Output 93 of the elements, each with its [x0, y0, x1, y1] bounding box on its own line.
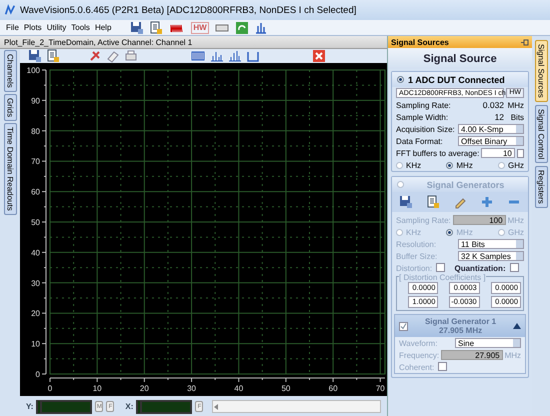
- menu-item[interactable]: Tools: [71, 23, 90, 32]
- x-readout-label: X:: [125, 402, 134, 411]
- printer-icon[interactable]: [124, 49, 138, 63]
- section-title: Signal Generators: [426, 180, 506, 190]
- side-tab[interactable]: Grids: [4, 94, 16, 121]
- field-label: Quantization:: [454, 264, 506, 272]
- plot-title: Plot_File_2_TimeDomain, Active Channel: Channel 1: [4, 38, 192, 46]
- field-label: Sampling Rate:: [396, 100, 452, 110]
- export-icon[interactable]: [46, 49, 60, 63]
- axis-tick-label: 60: [31, 188, 40, 197]
- scroll-left-icon[interactable]: [213, 404, 220, 410]
- side-tab[interactable]: Signal Control: [534, 104, 548, 164]
- collapse-icon[interactable]: [513, 323, 522, 329]
- field-label: Buffer Size:: [396, 252, 438, 260]
- axis-tick-label: 10: [92, 384, 102, 393]
- radio-label: MHz: [456, 160, 473, 170]
- field-label: Frequency:: [399, 350, 440, 360]
- save-icon[interactable]: [28, 49, 42, 63]
- axis-tick-label: 10: [31, 340, 40, 349]
- field-label: Waveform:: [399, 338, 438, 348]
- radio-label: KHz: [406, 228, 422, 236]
- panel-title: Signal Sources: [391, 38, 449, 46]
- axis-tick-label: 80: [31, 126, 40, 136]
- axis-tick-label: 70: [31, 157, 40, 166]
- app-logo-icon: [4, 4, 16, 16]
- input-field[interactable]: 10: [481, 148, 515, 158]
- x-readout: [136, 400, 192, 414]
- axis-tick-label: 100: [26, 66, 40, 75]
- axis-tick-label: 0: [48, 384, 52, 393]
- refresh-icon[interactable]: [234, 20, 249, 34]
- field-label: Coherent:: [399, 362, 434, 372]
- spectrum-icon[interactable]: [228, 49, 242, 63]
- panel-heading: Signal Source: [423, 52, 497, 64]
- radio-label: GHz: [508, 228, 524, 236]
- radio-button[interactable]: [498, 162, 506, 168]
- axis-tick-label: 30: [31, 278, 40, 288]
- menu-item[interactable]: File: [6, 23, 19, 32]
- dropdown[interactable]: Offset Binary: [458, 136, 524, 146]
- field-value: 0.032: [482, 100, 504, 110]
- export-icon[interactable]: [149, 20, 164, 34]
- spectrum-icon[interactable]: [254, 20, 268, 34]
- menu-item[interactable]: Help: [94, 23, 112, 32]
- field-label: Distortion:: [396, 264, 432, 272]
- scrollbar[interactable]: [212, 400, 381, 413]
- field-label: Data Format:: [396, 136, 444, 146]
- checkbox[interactable]: [516, 148, 524, 158]
- time-domain-line-plot[interactable]: 0 10 20 30 40 50 60 70 80 90 100 0 10 20 30 40 50 60 70: [20, 63, 387, 396]
- unit-label: MHz: [506, 100, 524, 110]
- radio-label: MHz: [456, 228, 473, 236]
- y-readout-label: Y:: [26, 402, 34, 411]
- side-tab[interactable]: Channels: [4, 50, 16, 92]
- save-icon[interactable]: [130, 20, 144, 34]
- menu-item[interactable]: Utility: [46, 23, 66, 32]
- axis-tick-label: 40: [31, 248, 40, 258]
- field-label: Sample Width:: [396, 112, 450, 122]
- generator-title: Signal Generator 1 27.905 MHz: [424, 317, 498, 335]
- y-readout: [36, 400, 92, 414]
- field-label: Sampling Rate:: [396, 216, 451, 224]
- side-tab[interactable]: Registers: [534, 166, 548, 208]
- axis-tick-label: 0: [36, 370, 40, 379]
- spectrum-icon[interactable]: [210, 49, 224, 63]
- axis-tick-label: 50: [281, 384, 290, 393]
- close-icon[interactable]: [312, 49, 326, 63]
- axis-tick-label: 60: [328, 384, 338, 393]
- field-label: Resolution:: [396, 240, 438, 248]
- section-title: 1 ADC DUT Connected: [408, 74, 505, 84]
- side-tab[interactable]: Time Domain Readouts: [4, 122, 16, 215]
- radio-button[interactable]: [446, 162, 454, 168]
- unit-label: MHz: [508, 216, 524, 224]
- hw-tool[interactable]: HW: [191, 22, 209, 34]
- side-tab[interactable]: Signal Sources: [534, 40, 548, 102]
- axis-tick-label: 20: [140, 384, 149, 393]
- radio-label: KHz: [406, 160, 422, 170]
- axis-tick-label: 50: [31, 218, 40, 227]
- field-label: FFT buffers to average:: [396, 148, 480, 158]
- radio-button[interactable]: [396, 162, 404, 168]
- radio-label: GHz: [508, 160, 524, 170]
- unit-label: MHz: [504, 350, 522, 360]
- field-value: 12: [494, 112, 504, 122]
- unit-label: Bits: [510, 112, 524, 122]
- axis-tick-label: 40: [234, 384, 244, 393]
- grid-icon[interactable]: [190, 49, 206, 63]
- axis-tick-label: 30: [187, 384, 196, 393]
- menu-item[interactable]: Plots: [24, 23, 42, 32]
- axis-tick-label: 90: [31, 96, 40, 106]
- bracket-icon[interactable]: [246, 49, 260, 63]
- field-label: Acquisition Size:: [396, 124, 456, 134]
- radio-button[interactable]: [397, 76, 404, 83]
- dropdown[interactable]: 4.00 K-Smp: [458, 124, 524, 134]
- axis-tick-label: 70: [376, 384, 385, 393]
- window-title: WaveVision5.0.6.465 (P2R1 Beta) [ADC12D800RFRB3, NonDES I ch Selected]: [20, 4, 356, 16]
- group-title: [ Distortion Coefficients ]: [399, 273, 486, 282]
- axis-tick-label: 20: [31, 309, 40, 318]
